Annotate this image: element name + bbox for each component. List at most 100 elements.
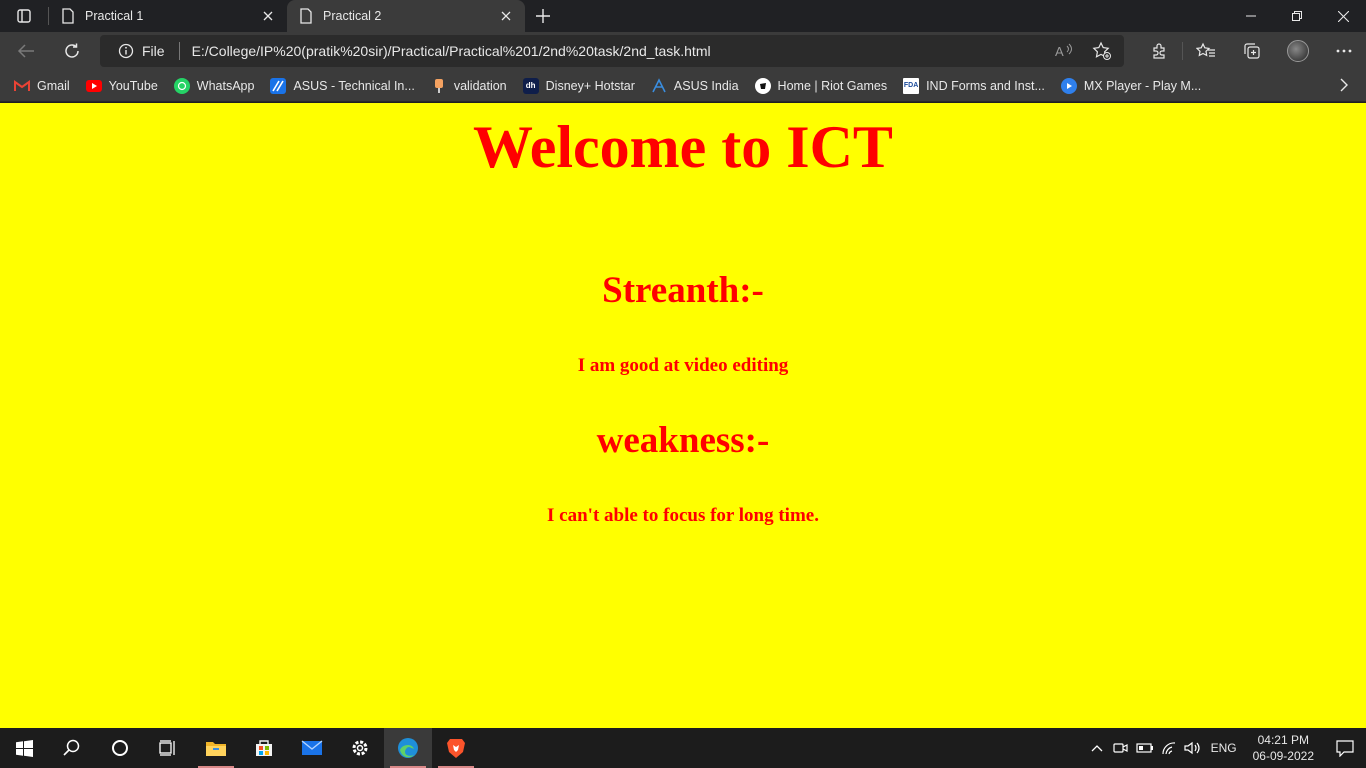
bookmark-label: ASUS India <box>673 78 739 93</box>
address-actions: A <box>1054 41 1112 61</box>
refresh-icon <box>65 43 79 58</box>
search-button[interactable] <box>48 728 96 768</box>
task-view-button[interactable] <box>144 728 192 768</box>
edge-icon <box>398 738 418 758</box>
bookmark-youtube[interactable]: YouTube <box>85 78 158 93</box>
bookmark-asus-india[interactable]: ASUS India <box>651 77 739 94</box>
close-icon <box>501 11 511 21</box>
minimize-button[interactable] <box>1228 0 1274 32</box>
mail-button[interactable] <box>288 728 336 768</box>
battery-icon <box>1135 743 1153 753</box>
file-explorer-icon <box>206 742 226 756</box>
weakness-text: I can't able to focus for long time. <box>547 505 819 526</box>
riot-icon <box>754 77 771 94</box>
bookmark-label: YouTube <box>108 78 158 93</box>
more-icon <box>1336 49 1352 53</box>
bookmark-label: MX Player - Play M... <box>1083 78 1202 93</box>
restore-button[interactable] <box>1274 0 1320 32</box>
new-tab-button[interactable] <box>525 0 561 32</box>
refresh-button[interactable] <box>52 35 92 67</box>
task-view-icon <box>159 740 175 756</box>
window-controls <box>1228 0 1366 32</box>
back-button[interactable] <box>6 35 46 67</box>
bookmark-mx-player[interactable]: MX Player - Play M... <box>1060 77 1202 94</box>
bookmark-label: WhatsApp <box>196 78 255 93</box>
youtube-icon <box>85 79 102 92</box>
show-hidden-icons-button[interactable] <box>1085 728 1109 768</box>
bookmark-validation[interactable]: validation <box>431 78 507 94</box>
tab-strip: Practical 1 Practical 2 <box>0 0 1366 32</box>
clock-date: 06-09-2022 <box>1252 749 1314 763</box>
favorites-icon <box>1196 42 1215 57</box>
bookmarks-bar: Gmail YouTube WhatsApp ASUS - Technical … <box>0 70 1366 102</box>
extensions-button[interactable] <box>1136 35 1182 67</box>
store-icon <box>256 740 272 756</box>
url-text[interactable]: E:/College/IP%20(pratik%20sir)/Practical… <box>192 43 711 59</box>
brave-button[interactable] <box>432 728 480 768</box>
address-bar[interactable]: File E:/College/IP%20(pratik%20sir)/Prac… <box>100 35 1124 67</box>
store-button[interactable] <box>240 728 288 768</box>
file-explorer-button[interactable] <box>192 728 240 768</box>
bookmark-hotstar[interactable]: dh Disney+ Hotstar <box>522 77 635 94</box>
brave-icon <box>447 739 465 758</box>
whatsapp-icon <box>173 77 190 94</box>
plus-icon <box>536 9 550 23</box>
close-tab-button[interactable] <box>259 7 277 25</box>
settings-icon <box>352 740 368 756</box>
network-button[interactable] <box>1157 728 1181 768</box>
edge-taskbar-button[interactable] <box>384 728 432 768</box>
page-icon <box>300 8 312 24</box>
speaker-icon <box>1183 741 1200 755</box>
bookmark-label: validation <box>453 78 507 93</box>
input-language-button[interactable]: ENG <box>1211 741 1237 755</box>
fda-icon: FDA <box>903 77 920 94</box>
bookmark-fda-forms[interactable]: FDA IND Forms and Inst... <box>903 77 1045 94</box>
bookmark-whatsapp[interactable]: WhatsApp <box>173 77 255 94</box>
site-info-button[interactable]: File <box>118 43 165 59</box>
minimize-icon <box>1246 15 1256 17</box>
restore-icon <box>1292 11 1302 21</box>
read-aloud-icon[interactable]: A <box>1054 41 1074 61</box>
settings-button[interactable] <box>336 728 384 768</box>
cortana-button[interactable] <box>96 728 144 768</box>
settings-more-button[interactable] <box>1321 35 1366 67</box>
tab-practical-2[interactable]: Practical 2 <box>287 0 525 32</box>
collections-icon <box>1244 43 1260 59</box>
bookmark-riot-games[interactable]: Home | Riot Games <box>754 77 888 94</box>
start-button[interactable] <box>0 728 48 768</box>
strength-heading: Streanth:- <box>602 270 764 311</box>
bookmark-label: Disney+ Hotstar <box>545 78 635 93</box>
bookmark-gmail[interactable]: Gmail <box>14 78 70 94</box>
collections-button[interactable] <box>1229 35 1275 67</box>
strength-text: I am good at video editing <box>577 355 789 376</box>
meet-now-button[interactable] <box>1109 728 1133 768</box>
battery-button[interactable] <box>1133 728 1157 768</box>
tab-practical-1[interactable]: Practical 1 <box>49 0 287 32</box>
chevron-right-icon <box>1340 78 1348 92</box>
page-icon <box>62 8 74 24</box>
mail-icon <box>301 740 323 755</box>
svg-text:A: A <box>1055 44 1064 59</box>
taskbar: ENG 04:21 PM 06-09-2022 <box>0 728 1366 768</box>
tab-actions-icon <box>17 9 31 23</box>
validation-icon <box>431 78 447 94</box>
system-tray: ENG 04:21 PM 06-09-2022 <box>1085 728 1366 768</box>
asus-india-icon <box>651 77 667 94</box>
close-tab-button[interactable] <box>497 7 515 25</box>
extensions-icon <box>1153 43 1165 59</box>
more-bookmarks-button[interactable] <box>1340 78 1348 95</box>
tab-actions-button[interactable] <box>0 0 48 32</box>
add-favorite-icon[interactable] <box>1092 41 1112 61</box>
notifications-button[interactable] <box>1324 728 1366 768</box>
bookmark-label: Home | Riot Games <box>777 78 888 93</box>
close-window-button[interactable] <box>1320 0 1366 32</box>
bookmark-asus-technical[interactable]: ASUS - Technical In... <box>270 77 415 94</box>
hotstar-icon: dh <box>522 77 539 94</box>
volume-button[interactable] <box>1181 728 1205 768</box>
browser-toolbar: File E:/College/IP%20(pratik%20sir)/Prac… <box>0 32 1366 70</box>
clock[interactable]: 04:21 PM 06-09-2022 <box>1253 732 1314 764</box>
scheme-label: File <box>142 43 165 59</box>
profile-button[interactable] <box>1275 35 1321 67</box>
tab-title: Practical 1 <box>85 9 144 23</box>
favorites-button[interactable] <box>1183 35 1229 67</box>
